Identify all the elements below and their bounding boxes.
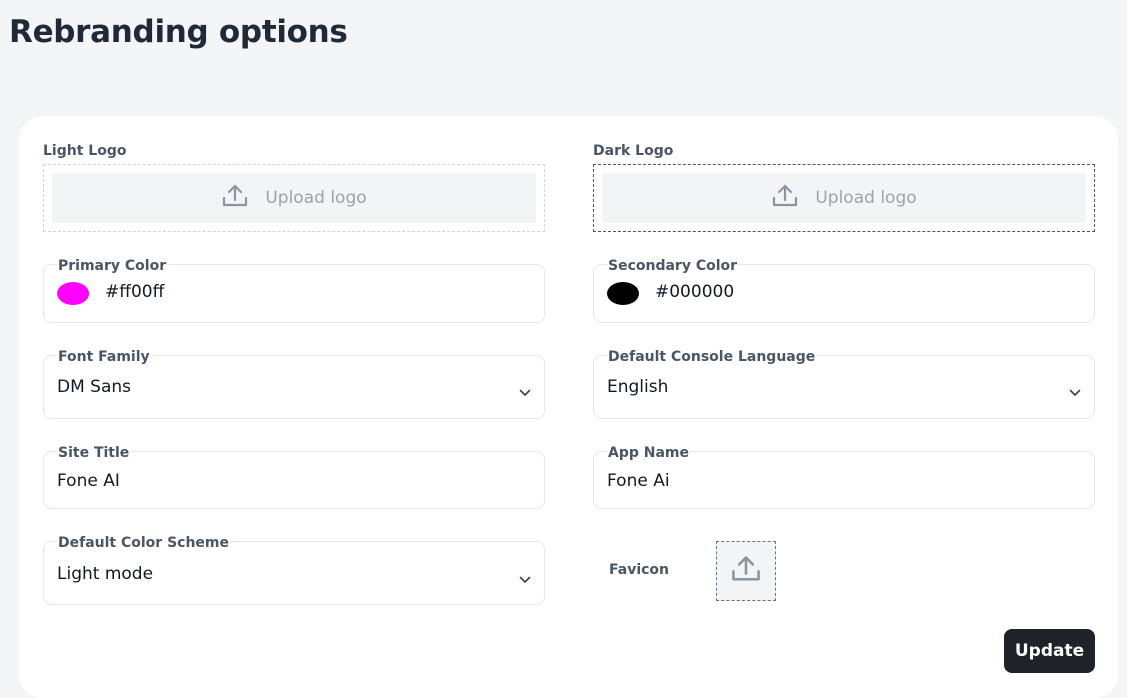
console-language-label: Default Console Language: [607, 349, 817, 365]
light-logo-dropzone[interactable]: Upload logo: [43, 164, 545, 232]
font-family-select[interactable]: Font Family DM Sans: [43, 349, 545, 419]
primary-color-field[interactable]: Primary Color #ff00ff: [43, 258, 545, 323]
chevron-down-icon: [519, 569, 531, 588]
upload-icon: [221, 183, 265, 214]
rebranding-form-card: Light Logo Upload logo Dark Logo Upload …: [19, 116, 1118, 698]
chevron-down-icon: [519, 382, 531, 401]
favicon-upload-button[interactable]: [716, 541, 776, 601]
app-name-input[interactable]: Fone Ai: [607, 471, 670, 491]
font-family-label: Font Family: [57, 349, 151, 365]
primary-color-label: Primary Color: [57, 258, 168, 274]
secondary-color-value[interactable]: #000000: [655, 282, 734, 302]
color-scheme-label: Default Color Scheme: [57, 535, 231, 551]
app-name-label: App Name: [607, 445, 690, 461]
secondary-color-label: Secondary Color: [607, 258, 739, 274]
primary-color-value[interactable]: #ff00ff: [105, 282, 164, 302]
light-logo-upload-button[interactable]: Upload logo: [52, 173, 536, 223]
primary-color-swatch[interactable]: [57, 282, 89, 305]
light-logo-upload-text: Upload logo: [265, 188, 367, 208]
upload-icon: [730, 554, 762, 588]
color-scheme-select[interactable]: Default Color Scheme Light mode: [43, 535, 545, 605]
favicon-label: Favicon: [609, 562, 669, 578]
dark-logo-upload-button[interactable]: Upload logo: [602, 173, 1086, 223]
secondary-color-field[interactable]: Secondary Color #000000: [593, 258, 1095, 323]
site-title-field[interactable]: Site Title Fone AI: [43, 445, 545, 509]
upload-icon: [771, 183, 815, 214]
dark-logo-dropzone[interactable]: Upload logo: [593, 164, 1095, 232]
light-logo-label: Light Logo: [43, 143, 127, 159]
console-language-value: English: [607, 377, 669, 397]
page-title: Rebranding options: [9, 14, 348, 50]
font-family-value: DM Sans: [57, 377, 132, 397]
site-title-input[interactable]: Fone AI: [57, 471, 120, 491]
dark-logo-upload-text: Upload logo: [815, 188, 917, 208]
site-title-label: Site Title: [57, 445, 131, 461]
color-scheme-value: Light mode: [57, 564, 154, 584]
dark-logo-label: Dark Logo: [593, 143, 674, 159]
secondary-color-swatch[interactable]: [607, 282, 639, 305]
app-name-field[interactable]: App Name Fone Ai: [593, 445, 1095, 509]
update-button[interactable]: Update: [1004, 629, 1095, 673]
console-language-select[interactable]: Default Console Language English: [593, 349, 1095, 419]
chevron-down-icon: [1069, 382, 1081, 401]
